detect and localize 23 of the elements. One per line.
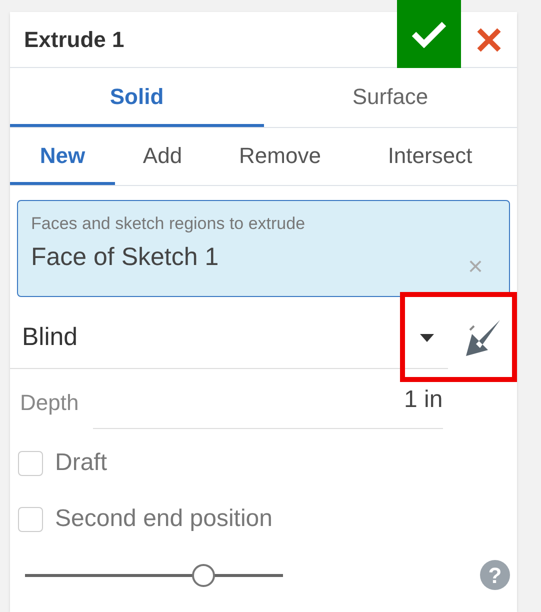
operation-tab[interactable]: New (10, 128, 115, 185)
checkbox[interactable] (18, 506, 43, 532)
slider-thumb[interactable] (192, 564, 216, 586)
checkmark-icon (411, 20, 447, 48)
close-icon (476, 26, 502, 52)
slider-track[interactable] (25, 564, 283, 586)
caret-icon (420, 334, 434, 342)
checkbox[interactable] (18, 450, 43, 476)
operation-tab[interactable]: Intersect (350, 128, 510, 185)
depth-label: Depth (20, 389, 79, 417)
checkbox-label: Draft (55, 448, 108, 478)
panel-title: Extrude 1 (24, 26, 126, 54)
selection-field[interactable]: Faces and sketch regions to extrude Face of Sketch 1 × (17, 200, 510, 297)
operation-tab[interactable]: Add (115, 128, 210, 185)
confirm-button[interactable] (397, 0, 461, 68)
checkbox-label: Second end position (55, 504, 272, 534)
mode-tab[interactable]: Surface (264, 68, 517, 127)
end-type-dropdown[interactable]: Blind (10, 307, 448, 369)
operation-tab[interactable]: Remove (210, 128, 350, 185)
mode-tab[interactable]: Solid (10, 68, 264, 127)
field-label: Faces and sketch regions to extrude (31, 213, 306, 235)
field-value: Face of Sketch 1 (31, 242, 219, 272)
depth-field[interactable]: 1 in (92, 377, 443, 429)
